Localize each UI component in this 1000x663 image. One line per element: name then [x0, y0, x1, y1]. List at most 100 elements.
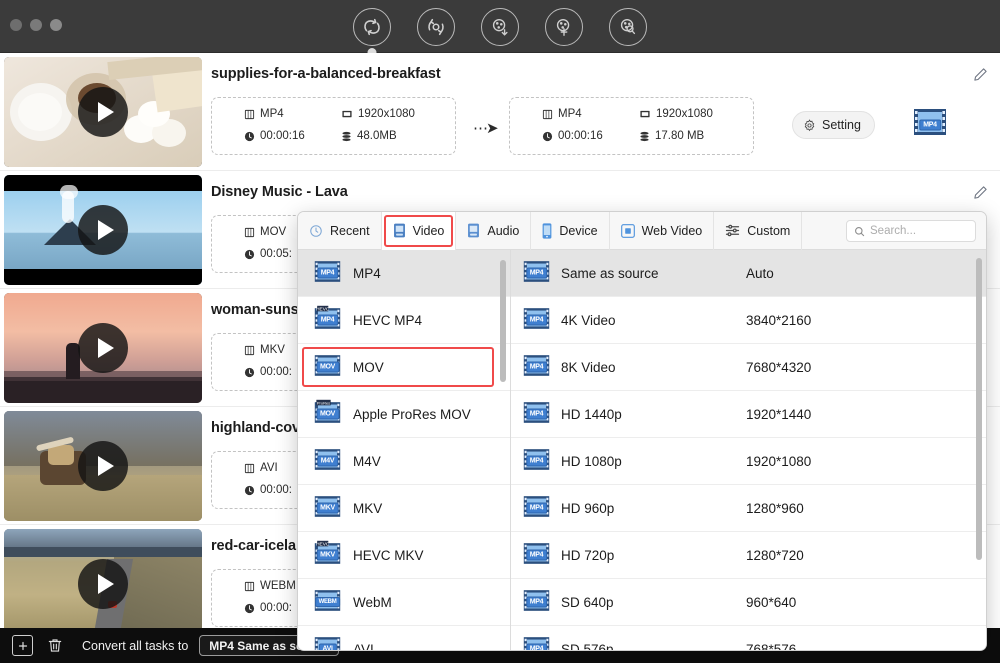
compressor-icon[interactable]: [417, 8, 455, 46]
tab-video[interactable]: Video: [381, 212, 457, 250]
play-icon[interactable]: [78, 559, 128, 609]
resolution-file-icon: MP4: [523, 587, 550, 617]
video-thumbnail[interactable]: [4, 411, 202, 521]
format-item-mkv[interactable]: MKV MKV: [298, 485, 510, 532]
resolution-value: 1920*1440: [746, 406, 812, 422]
gear-icon: [804, 118, 815, 131]
resolution-value: 768*576: [746, 641, 797, 651]
format-list[interactable]: MP4 MP4 HEVC MP4 HEVC MP4 MOV MOV ProRes…: [298, 250, 511, 650]
format-list-scrollbar[interactable]: [500, 260, 506, 382]
resolution-item-hd-960p[interactable]: MP4 HD 960p 1280*960: [511, 485, 986, 532]
resolution-item-8k-video[interactable]: MP4 8K Video 7680*4320: [511, 344, 986, 391]
source-format: WEBM: [244, 580, 296, 592]
main-toolbar: [0, 7, 1000, 47]
format-label: Apple ProRes MOV: [353, 406, 471, 422]
converter-icon[interactable]: [353, 8, 391, 46]
resolution-label: HD 1080p: [561, 453, 622, 469]
file-name: supplies-for-a-balanced-breakfast: [211, 66, 441, 82]
play-icon[interactable]: [78, 323, 128, 373]
target-format: MP4: [542, 108, 582, 120]
add-file-button[interactable]: [12, 635, 33, 656]
editor-icon[interactable]: [545, 8, 583, 46]
video-thumbnail[interactable]: [4, 57, 202, 167]
plus-icon: [18, 641, 27, 650]
resolution-file-icon: MP4: [523, 540, 550, 570]
play-icon[interactable]: [78, 87, 128, 137]
resolution-item-hd-720p[interactable]: MP4 HD 720p 1280*720: [511, 532, 986, 579]
source-format: MP4: [244, 108, 284, 120]
app-window: supplies-for-a-balanced-breakfast MP4 00…: [0, 0, 1000, 663]
source-info-box: MP4 00:00:16 1920x1080 48.0MB: [211, 97, 456, 155]
tab-audio[interactable]: Audio: [456, 212, 532, 250]
resolution-item-sd-576p[interactable]: MP4 SD 576p 768*576: [511, 626, 986, 651]
badge-label: MP4: [919, 119, 941, 130]
target-info-box: MP4 00:00:16 1920x1080 17.80 MB: [509, 97, 754, 155]
tab-device[interactable]: Device: [531, 212, 610, 250]
source-format: MOV: [244, 226, 286, 238]
search-container: Search...: [846, 220, 976, 242]
resolution-item-4k-video[interactable]: MP4 4K Video 3840*2160: [511, 297, 986, 344]
source-format: MKV: [244, 344, 285, 356]
video-thumbnail[interactable]: [4, 175, 202, 285]
table-row[interactable]: supplies-for-a-balanced-breakfast MP4 00…: [0, 53, 1000, 171]
format-item-webm[interactable]: WEBM WebM: [298, 579, 510, 626]
tab-web-video[interactable]: Web Video: [610, 212, 715, 250]
video-icon: [393, 223, 405, 238]
source-size: 48.0MB: [341, 130, 397, 142]
resolution-file-icon: MP4: [523, 305, 550, 335]
setting-button[interactable]: Setting: [792, 111, 875, 139]
svg-text:HEVC: HEVC: [316, 307, 330, 313]
format-label: WebM: [353, 594, 392, 610]
resolution-label: Same as source: [561, 265, 659, 281]
format-selection-panel: Recent Video Audio Device Web Video Cust…: [297, 211, 987, 651]
tab-recent[interactable]: Recent: [298, 212, 382, 250]
resolution-label: SD 576p: [561, 641, 614, 651]
resolution-list[interactable]: MP4 Same as source Auto MP4 4K Video 384…: [511, 250, 986, 651]
rename-pencil-icon[interactable]: [973, 67, 988, 87]
output-format-badge[interactable]: MP4: [913, 105, 947, 144]
format-item-hevc-mkv[interactable]: HEVC MKV HEVC MKV: [298, 532, 510, 579]
format-item-avi[interactable]: AVI AVI: [298, 626, 510, 650]
resolution-item-hd-1440p[interactable]: MP4 HD 1440p 1920*1440: [511, 391, 986, 438]
conversion-arrow-icon: ⋯➤: [473, 120, 499, 137]
audio-icon: [468, 223, 480, 238]
resolution-value: 1280*720: [746, 547, 804, 563]
panel-body: MP4 MP4 HEVC MP4 HEVC MP4 MOV MOV ProRes…: [298, 250, 986, 651]
format-item-mov[interactable]: MOV MOV: [298, 344, 510, 391]
play-icon[interactable]: [78, 205, 128, 255]
file-name: Disney Music - Lava: [211, 184, 348, 200]
format-item-m4v[interactable]: M4V M4V: [298, 438, 510, 485]
video-thumbnail[interactable]: [4, 529, 202, 639]
delete-button[interactable]: [44, 635, 65, 656]
rename-pencil-icon[interactable]: [973, 185, 988, 205]
search-input[interactable]: Search...: [846, 220, 976, 242]
target-size: 17.80 MB: [639, 130, 704, 142]
resolution-list-scrollbar[interactable]: [976, 258, 982, 560]
resolution-item-hd-1080p[interactable]: MP4 HD 1080p 1920*1080: [511, 438, 986, 485]
resolution-label: HD 960p: [561, 500, 615, 516]
hevc-mp4-file-icon: HEVC MP4: [314, 305, 341, 335]
format-label: M4V: [353, 453, 381, 469]
resolution-label: 4K Video: [561, 312, 616, 328]
tab-custom[interactable]: Custom: [714, 212, 803, 250]
resolution-file-icon: MP4: [523, 493, 550, 523]
downloader-icon[interactable]: [481, 8, 519, 46]
resolution-item-sd-640p[interactable]: MP4 SD 640p 960*640: [511, 579, 986, 626]
svg-text:ProRes: ProRes: [317, 401, 330, 406]
toolbox-icon[interactable]: [609, 8, 647, 46]
hevc-mkv-file-icon: HEVC MKV: [314, 540, 341, 570]
source-format: AVI: [244, 462, 278, 474]
video-thumbnail[interactable]: [4, 293, 202, 403]
source-duration: 00:00:: [244, 484, 292, 496]
play-icon[interactable]: [78, 441, 128, 491]
source-duration: 00:00:: [244, 366, 292, 378]
device-icon: [542, 222, 552, 239]
resolution-label: HD 1440p: [561, 406, 622, 422]
resolution-item-same-as-source[interactable]: MP4 Same as source Auto: [511, 250, 986, 297]
file-name: woman-suns: [211, 302, 299, 318]
format-item-mp4[interactable]: MP4 MP4: [298, 250, 510, 297]
format-label: MKV: [353, 500, 383, 516]
format-item-apple-prores-mov[interactable]: ProRes MOV Apple ProRes MOV: [298, 391, 510, 438]
format-item-hevc-mp4[interactable]: HEVC MP4 HEVC MP4: [298, 297, 510, 344]
resolution-file-icon: MP4: [523, 258, 550, 288]
